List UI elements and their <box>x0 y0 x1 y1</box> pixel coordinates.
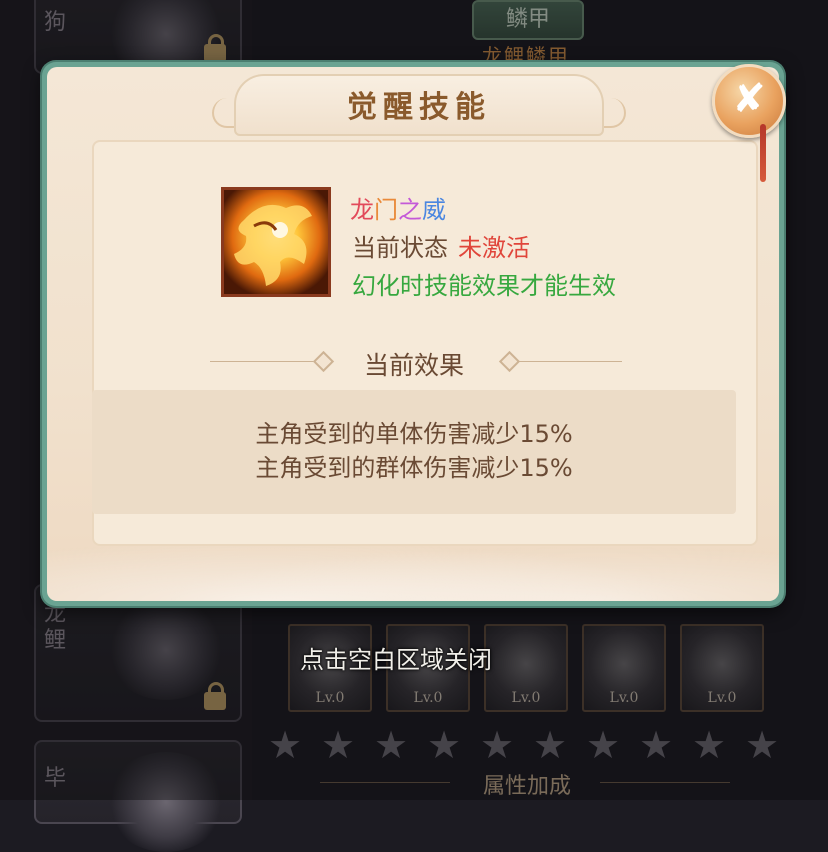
activation-note: 幻化时技能效果才能生效 <box>352 272 616 300</box>
status-value: 未激活 <box>458 234 530 262</box>
status-label: 当前状态 <box>352 234 448 262</box>
tassel-decoration <box>760 124 766 182</box>
skill-name-char: 威 <box>422 196 446 224</box>
close-hint-toast: 点击空白区域关闭 <box>300 646 492 674</box>
skill-name-char: 龙 <box>350 196 374 224</box>
close-brush-icon: ✘ <box>732 76 766 122</box>
section-divider-left <box>210 361 314 362</box>
close-button[interactable]: ✘ <box>712 64 786 138</box>
awaken-skill-dialog: 觉醒技能 <box>42 62 784 606</box>
skill-name: 龙门之威 <box>350 190 446 225</box>
section-divider-right <box>518 361 622 362</box>
effect-item: 主角受到的群体伤害减少15% <box>255 454 573 482</box>
effect-item: 主角受到的单体伤害减少15% <box>255 420 573 448</box>
dialog-title: 觉醒技能 <box>347 90 491 125</box>
status-row: 当前状态 未激活 <box>352 228 530 263</box>
golden-dragon-icon[interactable] <box>221 187 331 297</box>
effect-section-title: 当前效果 <box>363 351 464 380</box>
skill-name-char: 之 <box>398 196 422 224</box>
skill-name-char: 门 <box>374 196 398 224</box>
